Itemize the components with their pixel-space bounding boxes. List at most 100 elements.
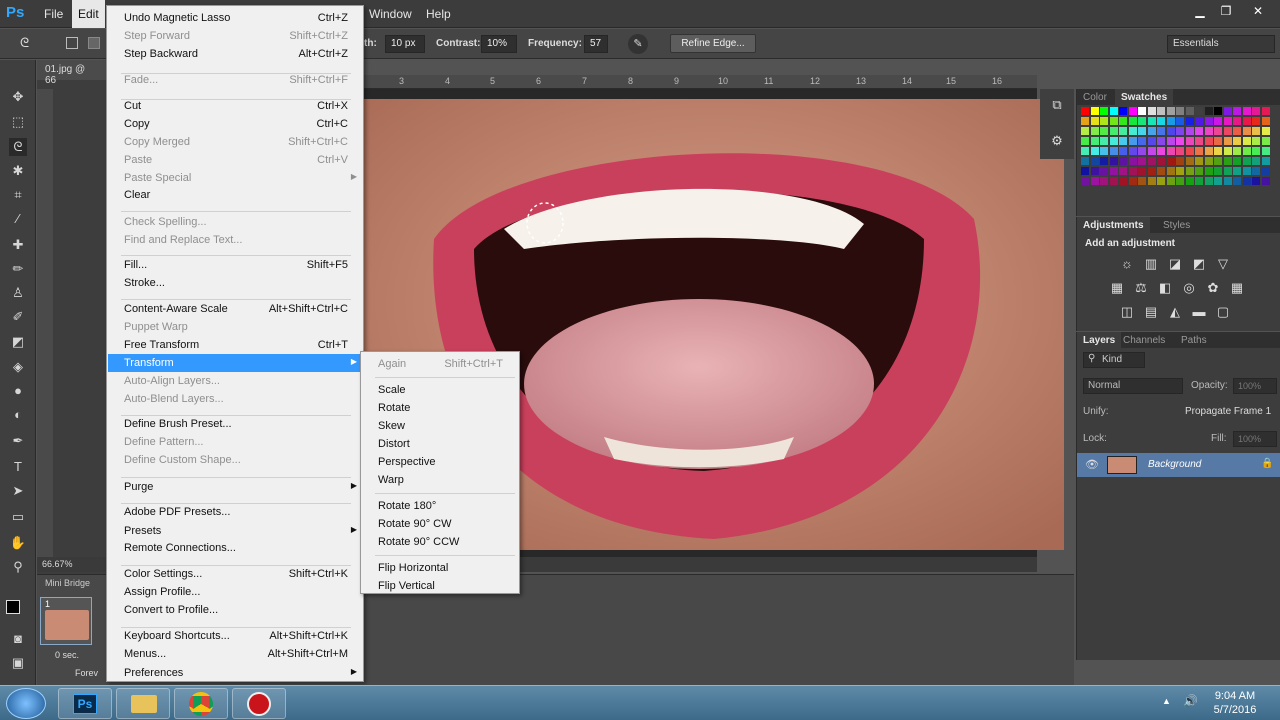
color-swatch[interactable] <box>1176 157 1184 165</box>
color-swatch[interactable] <box>1147 137 1156 145</box>
visibility-eye-icon[interactable]: 👁 <box>1085 458 1099 471</box>
levels-icon[interactable]: ▥ <box>1144 257 1158 271</box>
color-swatch[interactable] <box>1195 147 1203 155</box>
selective-color-icon[interactable]: ▢ <box>1216 305 1230 319</box>
color-swatch[interactable] <box>1261 177 1270 185</box>
color-swatch[interactable] <box>1166 127 1175 135</box>
color-lookup-icon[interactable]: ▦ <box>1230 281 1244 295</box>
hand-tool-icon[interactable]: ✋ <box>9 534 27 552</box>
loop-option[interactable]: Forev <box>75 668 98 678</box>
color-swatch[interactable] <box>1166 157 1175 165</box>
tab-swatches[interactable]: Swatches <box>1115 89 1174 105</box>
color-swatch[interactable] <box>1157 117 1165 125</box>
color-swatch[interactable] <box>1128 177 1137 185</box>
color-swatch[interactable] <box>1147 117 1156 125</box>
color-swatch[interactable] <box>1204 147 1213 155</box>
taskbar-explorer[interactable] <box>116 688 170 719</box>
color-swatch[interactable] <box>1195 157 1203 165</box>
menu-help[interactable]: Help <box>426 7 451 21</box>
frequency-field[interactable]: 57 <box>584 35 608 53</box>
channel-mixer-icon[interactable]: ✿ <box>1206 281 1220 295</box>
layer-kind-filter[interactable]: ⚲ Kind <box>1083 352 1145 368</box>
color-swatch[interactable] <box>1081 117 1089 125</box>
menu-item-cut[interactable]: Cut Ctrl+X <box>108 97 363 115</box>
color-swatch[interactable] <box>1138 157 1146 165</box>
tab-adjustments[interactable]: Adjustments <box>1077 217 1150 233</box>
color-swatch[interactable] <box>1138 167 1146 175</box>
color-swatch[interactable] <box>1185 137 1194 145</box>
transform-item-rotate-180[interactable]: Rotate 180° <box>362 497 518 515</box>
tray-arrow-icon[interactable]: ▲ <box>1162 696 1171 706</box>
color-swatch[interactable] <box>1081 147 1089 155</box>
taskbar-recorder[interactable] <box>232 688 286 719</box>
color-swatch[interactable] <box>1109 167 1118 175</box>
color-balance-icon[interactable]: ⚖ <box>1134 281 1148 295</box>
color-swatch[interactable] <box>1252 157 1260 165</box>
color-swatch[interactable] <box>1214 147 1222 155</box>
move-tool-icon[interactable]: ✥ <box>9 88 27 106</box>
color-swatch[interactable] <box>1204 117 1213 125</box>
propagate-frame-checkbox[interactable]: Propagate Frame 1 <box>1185 406 1271 417</box>
color-swatch[interactable] <box>1214 117 1222 125</box>
history-panel-icon[interactable]: ⧉ <box>1048 97 1066 115</box>
transform-item-flip-vertical[interactable]: Flip Vertical <box>362 577 518 595</box>
color-swatch[interactable] <box>1166 137 1175 145</box>
color-swatch[interactable] <box>1157 107 1165 115</box>
color-swatch[interactable] <box>1157 147 1165 155</box>
color-swatch[interactable] <box>1261 137 1270 145</box>
opacity-field[interactable]: 100% <box>1233 378 1277 394</box>
color-swatch[interactable] <box>1128 127 1137 135</box>
color-swatch[interactable] <box>1233 137 1241 145</box>
color-swatch[interactable] <box>1090 107 1099 115</box>
color-swatch[interactable] <box>1081 107 1089 115</box>
color-swatch[interactable] <box>1214 127 1222 135</box>
menu-item-clear[interactable]: Clear <box>108 186 363 204</box>
color-swatch[interactable] <box>1242 107 1251 115</box>
menu-item-define-brush-preset[interactable]: Define Brush Preset... <box>108 415 363 433</box>
fill-field[interactable]: 100% <box>1233 431 1277 447</box>
color-swatch[interactable] <box>1128 167 1137 175</box>
color-swatch[interactable] <box>1252 147 1260 155</box>
minimize-icon[interactable]: ▁ <box>1190 4 1210 22</box>
color-swatch[interactable] <box>1223 137 1232 145</box>
color-swatch[interactable] <box>1119 167 1127 175</box>
menu-file[interactable]: File <box>44 7 63 21</box>
menu-item-preferences[interactable]: Preferences ▶ <box>108 664 363 682</box>
color-swatch[interactable] <box>1233 107 1241 115</box>
color-swatch[interactable] <box>1185 117 1194 125</box>
color-swatch[interactable] <box>1138 147 1146 155</box>
frame-delay[interactable]: 0 sec. <box>55 650 79 660</box>
color-swatch[interactable] <box>1176 137 1184 145</box>
color-swatch[interactable] <box>1109 137 1118 145</box>
taskbar-chrome[interactable] <box>174 688 228 719</box>
color-swatch[interactable] <box>1109 127 1118 135</box>
color-swatch[interactable] <box>1233 177 1241 185</box>
mini-bridge-title[interactable]: Mini Bridge <box>45 578 90 588</box>
color-swatch[interactable] <box>1119 117 1127 125</box>
path-select-icon[interactable]: ➤ <box>9 482 27 500</box>
color-swatch[interactable] <box>1119 177 1127 185</box>
color-swatch[interactable] <box>1109 117 1118 125</box>
color-swatch[interactable] <box>1252 177 1260 185</box>
menu-item-transform[interactable]: Transform ▶ <box>108 354 363 372</box>
color-swatch[interactable] <box>1185 167 1194 175</box>
color-swatch[interactable] <box>1119 157 1127 165</box>
eraser-tool-icon[interactable]: ◩ <box>9 333 27 351</box>
color-swatch[interactable] <box>1195 177 1203 185</box>
color-swatch[interactable] <box>1138 177 1146 185</box>
color-swatch[interactable] <box>1166 167 1175 175</box>
zoom-level[interactable]: 66.67% <box>42 559 73 569</box>
color-swatch[interactable] <box>1138 117 1146 125</box>
color-swatch[interactable] <box>1109 107 1118 115</box>
color-swatch[interactable] <box>1223 107 1232 115</box>
color-swatch[interactable] <box>1128 157 1137 165</box>
color-swatch[interactable] <box>1214 177 1222 185</box>
color-swatch[interactable] <box>1166 117 1175 125</box>
menu-item-keyboard-shortcuts[interactable]: Keyboard Shortcuts... Alt+Shift+Ctrl+K <box>108 627 363 645</box>
transform-item-distort[interactable]: Distort <box>362 435 518 453</box>
shape-tool-icon[interactable]: ▭ <box>9 508 27 526</box>
color-swatch[interactable] <box>1261 167 1270 175</box>
color-swatch[interactable] <box>1214 167 1222 175</box>
menu-window[interactable]: Window <box>369 7 412 21</box>
posterize-icon[interactable]: ▤ <box>1144 305 1158 319</box>
